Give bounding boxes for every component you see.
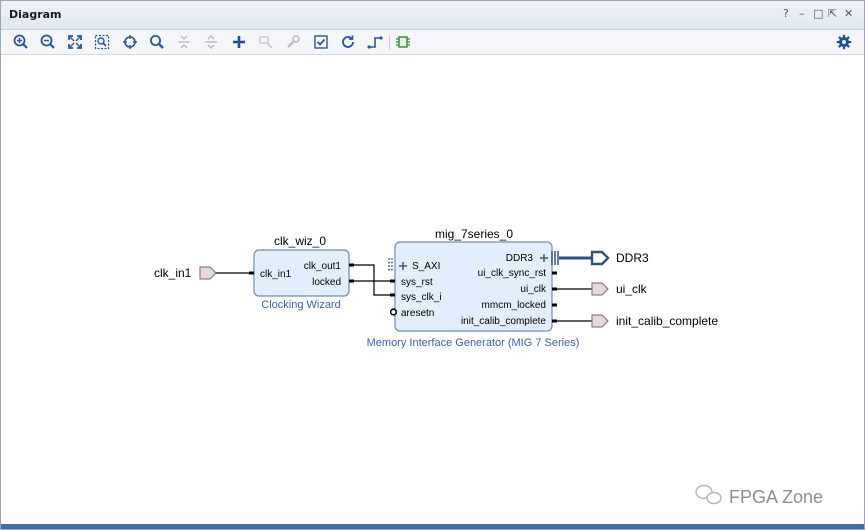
zoom-fit-icon[interactable] (66, 33, 84, 51)
clk-wiz-caption: Clocking Wizard (261, 299, 340, 311)
mig-pin-aresetn: aresetn (401, 308, 434, 319)
block-diagram: clk_in1 clk_wiz_0 clk_in1 clk_out1 locke… (154, 227, 823, 507)
clk-wiz-pin-clk-in1: clk_in1 (260, 269, 292, 280)
wire-clk-out1-to-sys-clk-i[interactable] (354, 264, 391, 296)
expand-all-icon[interactable] (202, 33, 220, 51)
port-label-ddr3: DDR3 (616, 251, 649, 265)
auto-connect-icon[interactable] (121, 33, 139, 51)
close-button[interactable]: ✕ (844, 7, 853, 20)
mig-pin-ui-clk-sync-rst: ui_clk_sync_rst (478, 268, 547, 279)
mig-pin-init-calib-complete: init_calib_complete (461, 316, 546, 327)
restore-button[interactable]: □ (813, 7, 823, 20)
ip-icon[interactable] (394, 33, 412, 51)
collapse-all-icon[interactable] (175, 33, 193, 51)
float-button[interactable]: ⇱ (828, 7, 837, 20)
input-port-clk-in1-icon[interactable] (199, 266, 217, 280)
mig-pin-s-axi: S_AXI (412, 261, 440, 272)
clk-wiz-pin-clk-out1: clk_out1 (304, 261, 342, 272)
s-axi-handle-icon[interactable] (388, 258, 393, 271)
window-title: Diagram (9, 8, 62, 21)
port-label-init-calib-complete: init_calib_complete (616, 314, 718, 328)
zoom-out-icon[interactable] (39, 33, 57, 51)
toolbar (1, 30, 864, 55)
wechat-logo-icon (695, 484, 722, 505)
aresetn-inverter-icon[interactable] (389, 308, 398, 316)
help-button[interactable]: ? (783, 7, 789, 20)
search-icon[interactable] (148, 33, 166, 51)
clk-wiz-pin-locked: locked (312, 277, 341, 288)
wrench-icon[interactable] (284, 33, 302, 51)
mig-pin-mmcm-locked: mmcm_locked (482, 300, 546, 311)
regenerate-layout-icon[interactable] (339, 33, 357, 51)
clk-wiz-instance-name: clk_wiz_0 (274, 234, 326, 248)
bottom-border (1, 524, 864, 529)
ddr3-bus-connector-icon[interactable] (551, 251, 559, 265)
mig-instance-name: mig_7series_0 (435, 227, 513, 241)
output-port-init-calib-complete-icon[interactable] (591, 314, 609, 328)
diagram-canvas[interactable]: clk_in1 clk_wiz_0 clk_in1 clk_out1 locke… (3, 55, 862, 525)
title-bar: Diagram ? – □ ⇱ ✕ (1, 1, 864, 30)
mig-pin-ui-clk: ui_clk (520, 284, 547, 295)
mig-pin-ddr3: DDR3 (506, 253, 534, 264)
toolbar-separator (389, 35, 390, 50)
settings-icon[interactable] (835, 33, 853, 51)
port-label-clk-in1: clk_in1 (154, 266, 192, 280)
minimize-button[interactable]: – (799, 7, 805, 20)
mig-pin-sys-clk-i: sys_clk_i (401, 292, 442, 303)
mig-pin-sys-rst: sys_rst (401, 277, 433, 288)
port-label-ui-clk: ui_clk (616, 282, 648, 296)
run-connection-icon[interactable] (257, 33, 275, 51)
validate-icon[interactable] (312, 33, 330, 51)
mig-caption: Memory Interface Generator (MIG 7 Series… (367, 337, 580, 349)
add-ip-icon[interactable] (230, 33, 248, 51)
watermark-text: FPGA Zone (729, 487, 823, 507)
diagram-window: Diagram ? – □ ⇱ ✕ clk_in1 clk_wiz_0 clk_… (0, 0, 865, 530)
zoom-area-icon[interactable] (93, 33, 111, 51)
output-port-ui-clk-icon[interactable] (591, 282, 609, 296)
route-icon[interactable] (366, 33, 384, 51)
output-port-ddr3-icon[interactable] (590, 250, 610, 266)
zoom-in-icon[interactable] (12, 33, 30, 51)
